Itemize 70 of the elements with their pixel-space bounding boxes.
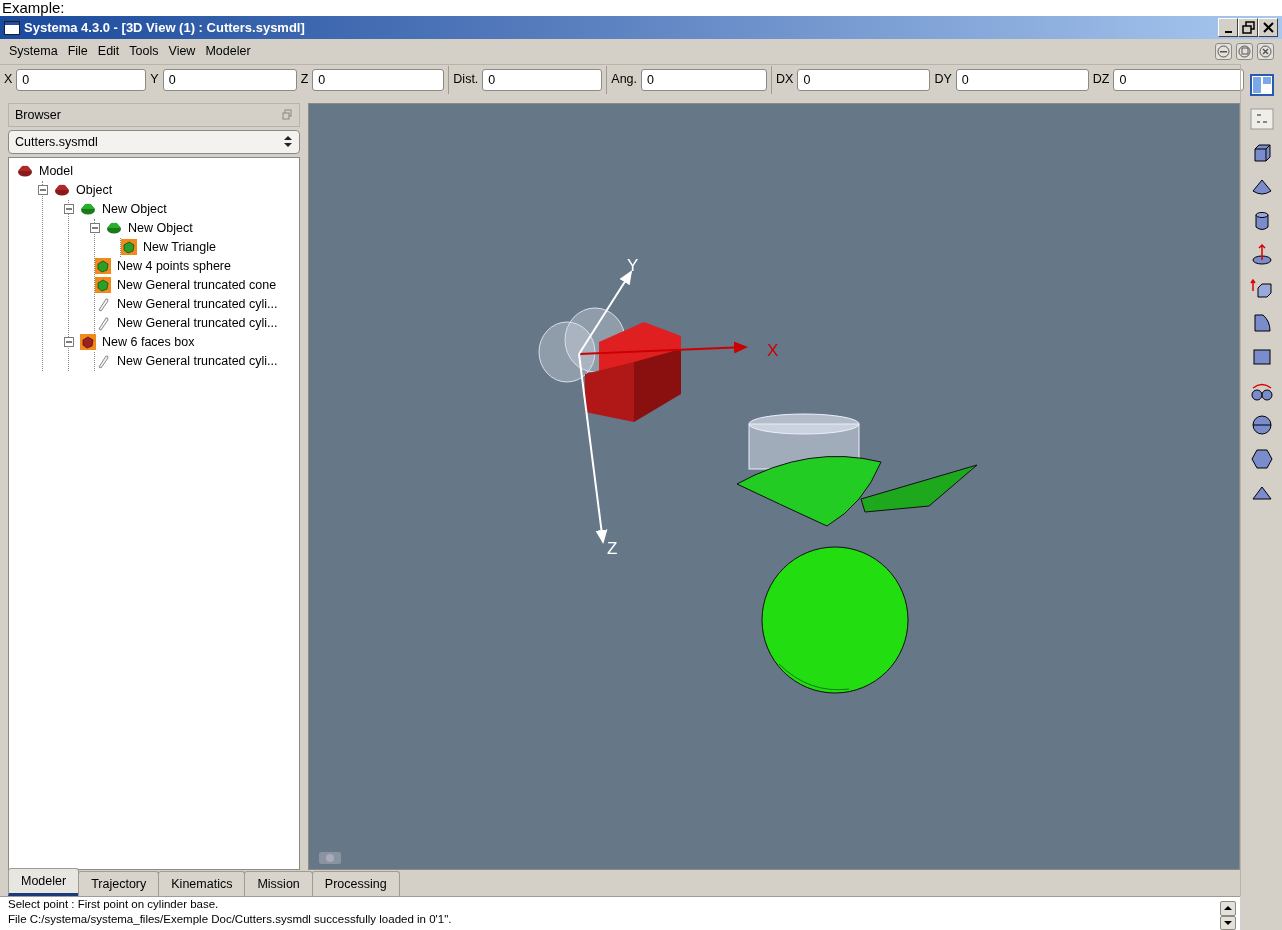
field-label: Dist. <box>453 71 479 89</box>
tree-item[interactable]: New General truncated cyli... <box>117 314 278 333</box>
menu-item[interactable]: View <box>163 41 201 61</box>
tree-item[interactable]: New 4 points sphere <box>117 257 231 276</box>
axis-label: Y <box>627 256 639 274</box>
status-line: File C:/systema/systema_files/Exemple Doc/Cutters.sysmdl successfully loaded in 0'1". <box>8 911 453 927</box>
tab[interactable]: Mission <box>244 871 313 896</box>
layout-icon[interactable] <box>1248 71 1275 98</box>
coordinate-field[interactable]: 0 <box>1113 68 1245 91</box>
scroll-down-button[interactable] <box>1220 915 1236 930</box>
viewport-3d[interactable]: X Y Z <box>308 102 1241 870</box>
file-dropdown[interactable]: Cutters.sysmdl <box>8 129 300 154</box>
updown-icon <box>283 135 293 149</box>
axis-label: X <box>767 341 779 359</box>
window-icon <box>4 20 20 35</box>
tree-item[interactable]: Model <box>39 162 74 181</box>
solid-icon <box>80 334 96 351</box>
tree-item[interactable]: New Object <box>128 219 193 238</box>
field-label: DX <box>776 71 794 89</box>
solid-icon <box>95 277 111 294</box>
menu-item[interactable]: Tools <box>124 41 164 61</box>
minimize-icon <box>1217 44 1230 58</box>
window-title: Systema 4.3.0 - [3D View (1) : Cutters.sysmdl] <box>24 18 306 37</box>
field-label: X <box>4 71 13 89</box>
tree-item[interactable]: New Triangle <box>143 238 216 257</box>
axis-label: Z <box>607 539 618 557</box>
coordinate-field[interactable]: 0 <box>312 68 445 91</box>
tree-item[interactable]: New General truncated cone <box>117 276 277 295</box>
field-label: DY <box>934 71 952 89</box>
restore-icon <box>1238 44 1251 58</box>
close-icon <box>1260 20 1276 35</box>
tree-item[interactable]: New Object <box>102 200 167 219</box>
tree-item[interactable]: New General truncated cyli... <box>117 352 278 371</box>
coordinate-field[interactable]: 0 <box>16 68 147 91</box>
up-arrow-icon <box>1223 904 1233 913</box>
tab[interactable]: Kinematics <box>158 871 246 896</box>
tree-item[interactable]: New General truncated cyli... <box>117 295 278 314</box>
field-label: Ang. <box>611 71 638 89</box>
coordinate-field[interactable]: 0 <box>641 68 768 91</box>
minimize-icon <box>1224 30 1232 33</box>
tab[interactable]: Trajectory <box>78 871 160 896</box>
field-label: Y <box>150 71 159 89</box>
tab[interactable]: Processing <box>311 871 400 896</box>
caption-text: Example: <box>2 0 65 16</box>
toggle-icon[interactable] <box>90 223 100 234</box>
status-line: Select point : First point on cylinder base. <box>8 897 220 912</box>
coordinate-field[interactable]: 0 <box>162 68 297 91</box>
coordinate-field[interactable]: 0 <box>955 68 1089 91</box>
grid-icon[interactable] <box>1248 105 1275 132</box>
restore-icon <box>1240 20 1256 35</box>
toggle-icon[interactable] <box>64 204 74 215</box>
coordinate-field[interactable]: 0 <box>797 68 931 91</box>
tree-item[interactable]: New 6 faces box <box>102 333 195 352</box>
tab[interactable]: Modeler <box>8 868 80 896</box>
close-icon <box>1259 44 1272 58</box>
solid-icon <box>121 239 137 256</box>
down-arrow-icon <box>1223 918 1233 927</box>
coordinate-field[interactable]: 0 <box>482 68 603 91</box>
solid-icon <box>95 258 111 275</box>
menu-item[interactable]: Edit <box>92 41 125 61</box>
field-label: DZ <box>1092 71 1110 89</box>
panel-title: Browser <box>15 106 62 124</box>
menu-item[interactable]: Systema <box>4 41 63 61</box>
menu-item[interactable]: Modeler <box>200 41 256 61</box>
menu-item[interactable]: File <box>62 41 93 61</box>
tree-item[interactable]: Object <box>76 181 113 200</box>
toggle-icon[interactable] <box>64 337 74 348</box>
scroll-up-button[interactable] <box>1220 901 1236 916</box>
toggle-icon[interactable] <box>38 185 48 196</box>
field-label: Z <box>300 71 309 89</box>
